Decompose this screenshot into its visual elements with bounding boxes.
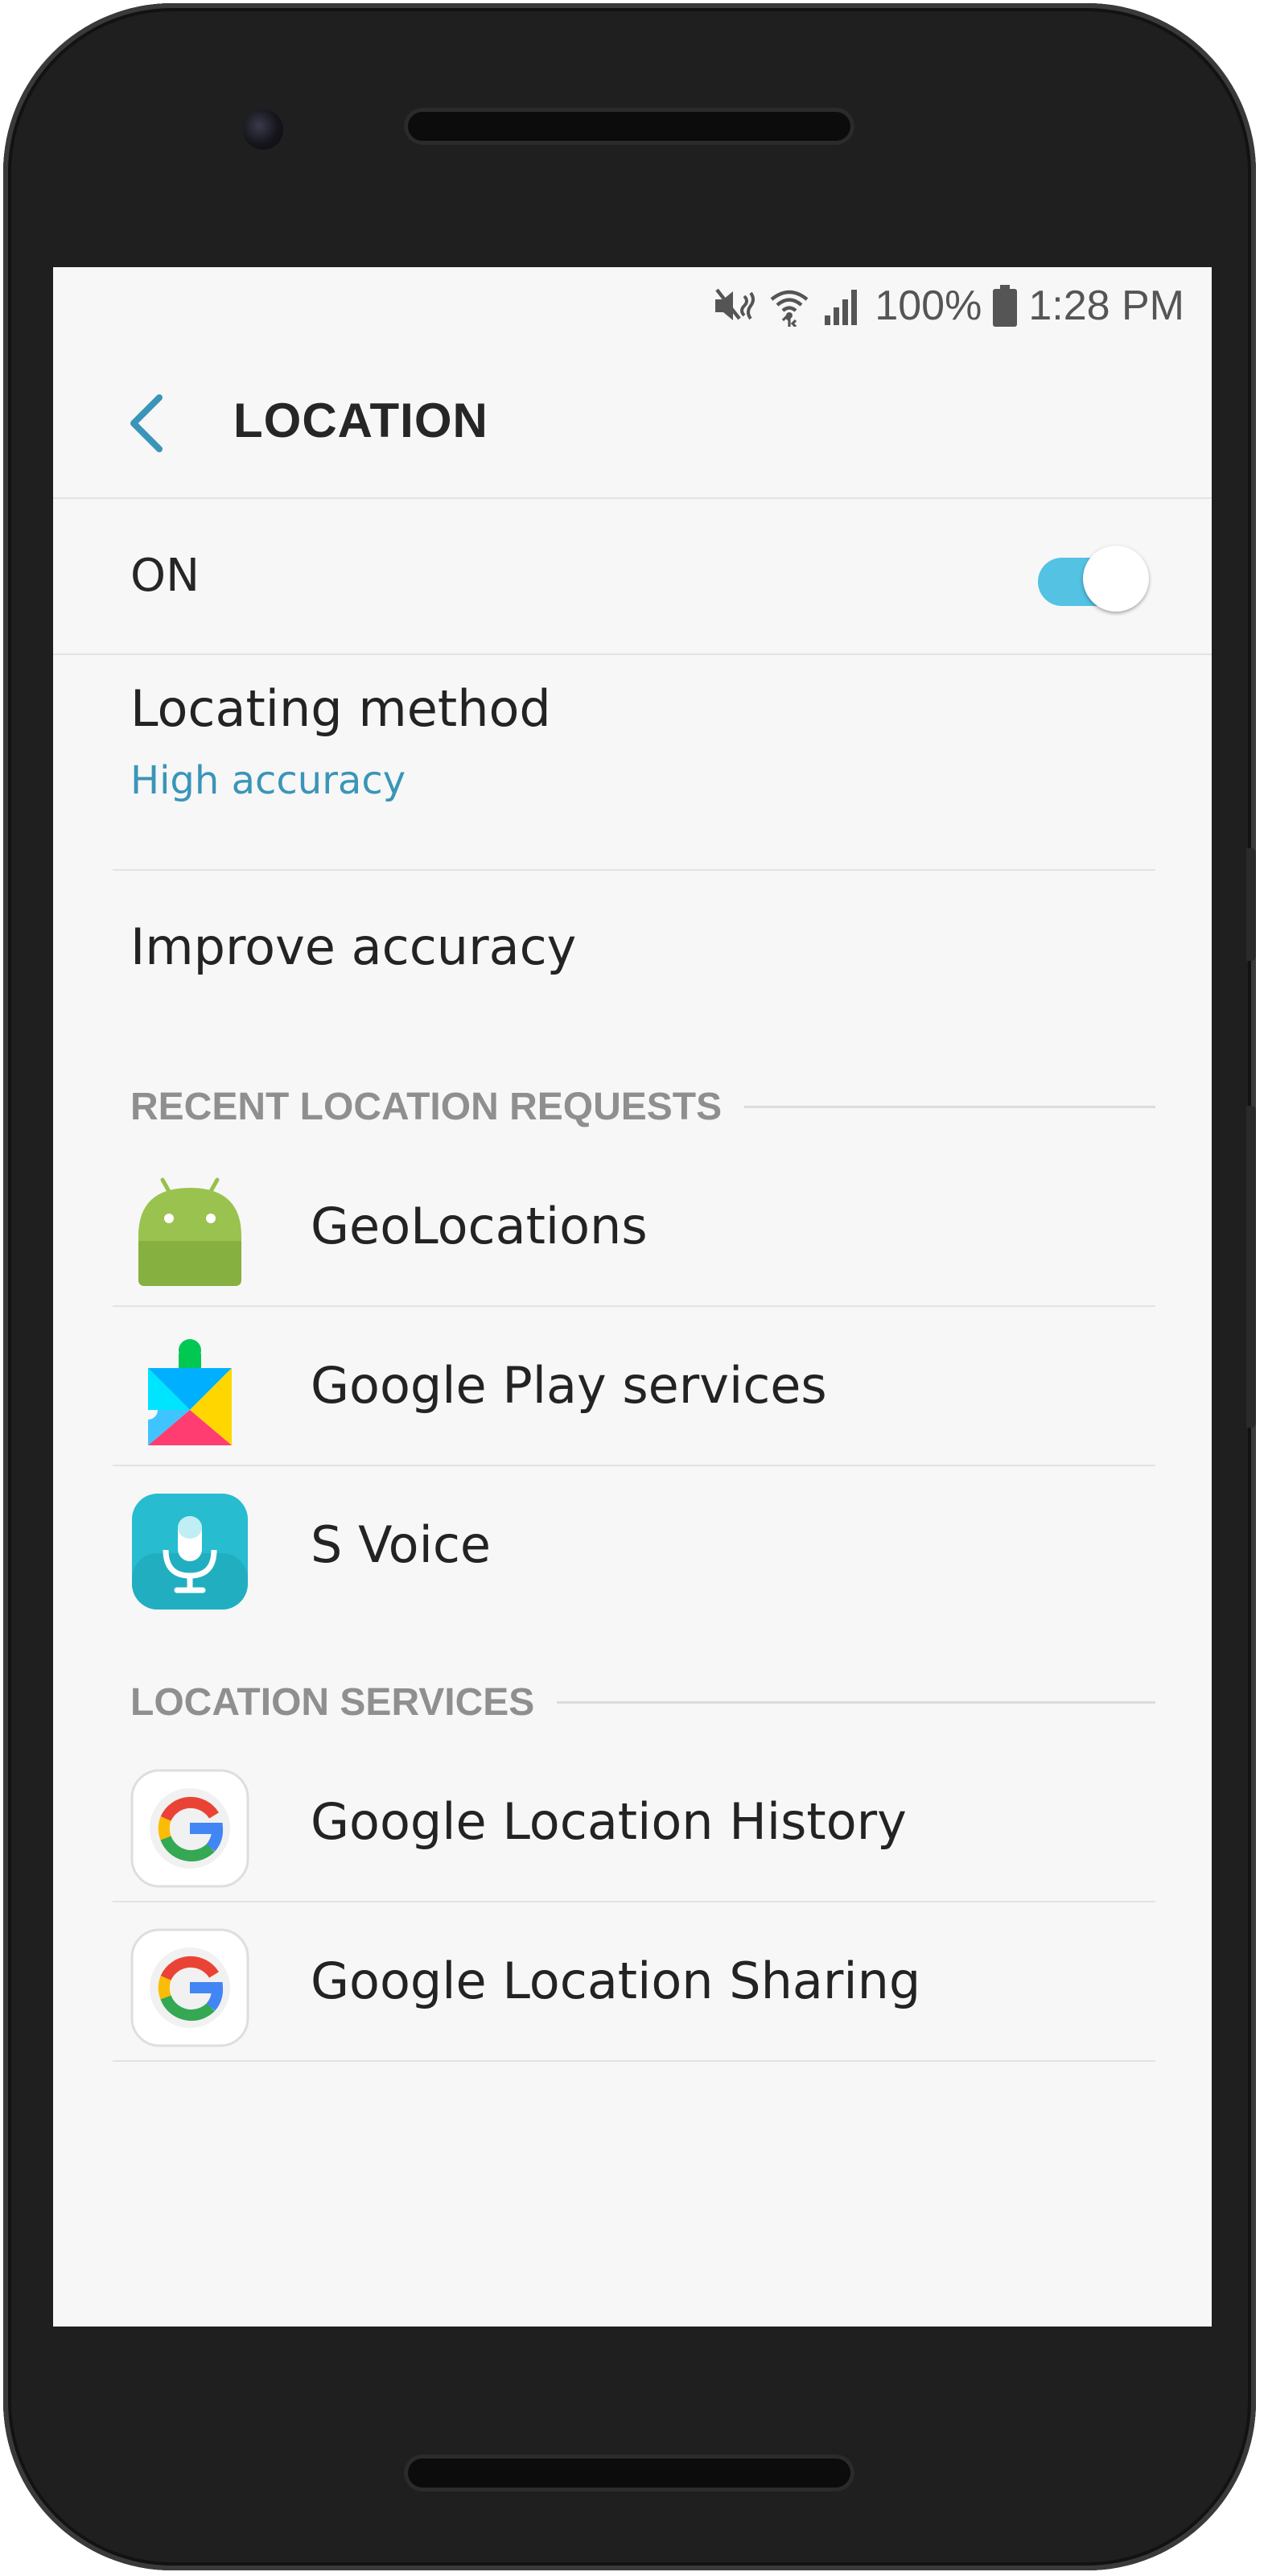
recent-requests-heading: RECENT LOCATION REQUESTS — [130, 1078, 1155, 1135]
list-item-s-voice[interactable]: S Voice — [53, 1466, 1212, 1624]
app-name: S Voice — [311, 1515, 492, 1574]
locating-method-row[interactable]: Locating method High accuracy — [53, 655, 1212, 843]
locating-method-value: High accuracy — [130, 758, 406, 803]
google-g-icon — [130, 1928, 249, 2047]
front-camera — [243, 109, 283, 150]
master-toggle-row[interactable]: ON — [53, 499, 1212, 653]
switch-thumb — [1083, 546, 1149, 612]
volume-button — [1246, 848, 1256, 961]
section-title: LOCATION SERVICES — [130, 1680, 535, 1724]
section-line — [744, 1105, 1155, 1108]
location-switch[interactable] — [1031, 543, 1152, 612]
list-item-geolocations[interactable]: GeoLocations — [53, 1148, 1212, 1305]
section-line — [557, 1700, 1155, 1704]
list-item-google-location-sharing[interactable]: Google Location Sharing — [53, 1902, 1212, 2060]
phone-frame: 100% 1:28 PM LOCATION ON Locating method… — [3, 3, 1256, 2570]
toggle-label: ON — [130, 550, 200, 602]
app-bar: LOCATION — [53, 344, 1212, 497]
divider — [113, 2060, 1155, 2062]
list-item-google-play-services[interactable]: Google Play services — [53, 1307, 1212, 1465]
bottom-speaker — [404, 2454, 854, 2492]
signal-icon — [821, 285, 863, 327]
screen: 100% 1:28 PM LOCATION ON Locating method… — [53, 267, 1212, 2327]
battery-icon — [993, 285, 1018, 327]
android-icon — [130, 1173, 249, 1292]
earpiece-speaker — [404, 108, 854, 145]
google-g-icon — [130, 1769, 249, 1888]
page-title: LOCATION — [233, 394, 488, 447]
locating-method-label: Locating method — [130, 679, 551, 738]
s-voice-icon — [130, 1492, 249, 1611]
list-item-google-location-history[interactable]: Google Location History — [53, 1743, 1212, 1901]
status-bar: 100% 1:28 PM — [53, 267, 1212, 344]
google-play-services-icon — [130, 1333, 249, 1452]
app-name: Google Location Sharing — [311, 1952, 921, 2010]
location-services-heading: LOCATION SERVICES — [130, 1674, 1155, 1730]
section-title: RECENT LOCATION REQUESTS — [130, 1085, 723, 1128]
app-name: Google Play services — [311, 1356, 827, 1415]
mute-vibrate-icon — [712, 285, 757, 327]
wifi-icon — [768, 285, 810, 327]
chevron-left-icon[interactable] — [117, 391, 174, 455]
clock: 1:28 PM — [1028, 282, 1184, 329]
power-button — [1246, 1106, 1256, 1428]
improve-accuracy-label: Improve accuracy — [130, 917, 577, 976]
app-name: Google Location History — [311, 1792, 907, 1851]
battery-percent: 100% — [875, 282, 982, 329]
app-name: GeoLocations — [311, 1197, 648, 1255]
improve-accuracy-row[interactable]: Improve accuracy — [53, 871, 1212, 1032]
